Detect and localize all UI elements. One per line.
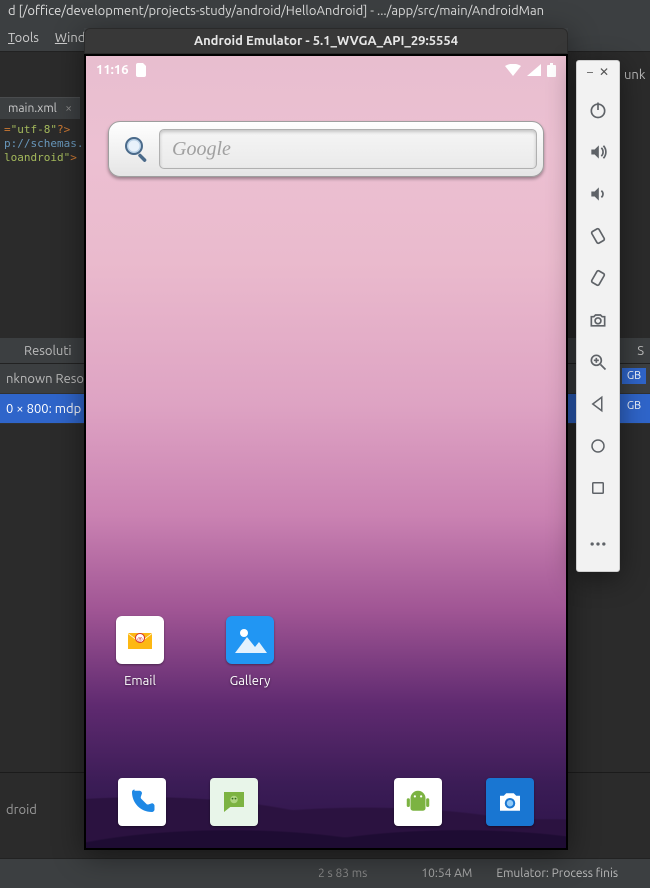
- editor-tab-main-xml[interactable]: main.xml ×: [0, 97, 80, 119]
- phone-icon: [118, 778, 166, 826]
- close-icon[interactable]: ×: [65, 102, 72, 115]
- email-icon: @: [116, 616, 164, 664]
- app-label: Gallery: [216, 674, 284, 688]
- screenshot-button[interactable]: [576, 299, 620, 341]
- build-time: 2 s 83 ms: [318, 867, 367, 880]
- ide-statusbar: 2 s 83 ms 10:54 AM Emulator: Process fin…: [0, 858, 650, 888]
- sim-card-icon: [135, 63, 147, 77]
- log-timestamp: 10:54 AM: [421, 867, 472, 880]
- home-button[interactable]: [576, 425, 620, 467]
- code-editor[interactable]: ="utf-8"?> p://schemas. loandroid">: [0, 119, 89, 169]
- rotate-right-button[interactable]: [576, 257, 620, 299]
- search-input[interactable]: [159, 129, 537, 169]
- emulator-titlebar[interactable]: Android Emulator - 5.1_WVGA_API_29:5554: [84, 28, 568, 54]
- volume-up-button[interactable]: [576, 131, 620, 173]
- volume-down-button[interactable]: [576, 173, 620, 215]
- status-message: Emulator: Process finis: [496, 867, 618, 880]
- size-badge: GB: [622, 368, 646, 384]
- ide-titlebar: d [/office/development/projects-study/an…: [0, 0, 650, 28]
- signal-icon: [527, 64, 541, 76]
- back-button[interactable]: [576, 383, 620, 425]
- menu-tools[interactable]: Tools: [8, 31, 39, 48]
- svg-text:@: @: [137, 636, 143, 643]
- power-button[interactable]: [576, 89, 620, 131]
- rotate-left-button[interactable]: [576, 215, 620, 257]
- app-gallery[interactable]: Gallery: [216, 616, 284, 688]
- size-badge: GB: [622, 398, 646, 414]
- dock-messages[interactable]: [210, 778, 258, 826]
- wifi-icon: [505, 64, 521, 76]
- dock: [86, 768, 566, 836]
- panel-tab-right[interactable]: S: [637, 338, 644, 364]
- panel-tab-resolution[interactable]: Resoluti: [24, 344, 72, 358]
- android-icon: [394, 778, 442, 826]
- dock-spacer: [302, 778, 350, 826]
- app-label: Email: [106, 674, 174, 688]
- app-email[interactable]: @ Email: [106, 616, 174, 688]
- emulator-toolbar: – ✕: [576, 60, 620, 572]
- more-button[interactable]: [576, 523, 620, 565]
- android-statusbar: 11:16: [86, 56, 566, 84]
- close-button[interactable]: ✕: [599, 65, 609, 79]
- dock-android[interactable]: [394, 778, 442, 826]
- dock-phone[interactable]: [118, 778, 166, 826]
- camera-icon: [486, 778, 534, 826]
- dock-camera[interactable]: [486, 778, 534, 826]
- zoom-button[interactable]: [576, 341, 620, 383]
- emulator-window: Android Emulator - 5.1_WVGA_API_29:5554 …: [84, 28, 568, 850]
- overview-button[interactable]: [576, 467, 620, 509]
- search-icon[interactable]: [115, 127, 159, 171]
- truncated-text: unk: [620, 64, 649, 86]
- gallery-icon: [226, 616, 274, 664]
- clock: 11:16: [96, 63, 129, 77]
- messages-icon: [210, 778, 258, 826]
- battery-icon: [547, 63, 556, 77]
- google-search-widget[interactable]: [108, 121, 544, 177]
- editor-tab-label: main.xml: [8, 102, 57, 115]
- home-apps-row: @ Email Gallery: [106, 616, 284, 688]
- minimize-button[interactable]: –: [587, 66, 593, 79]
- device-screen[interactable]: 11:16: [86, 56, 566, 848]
